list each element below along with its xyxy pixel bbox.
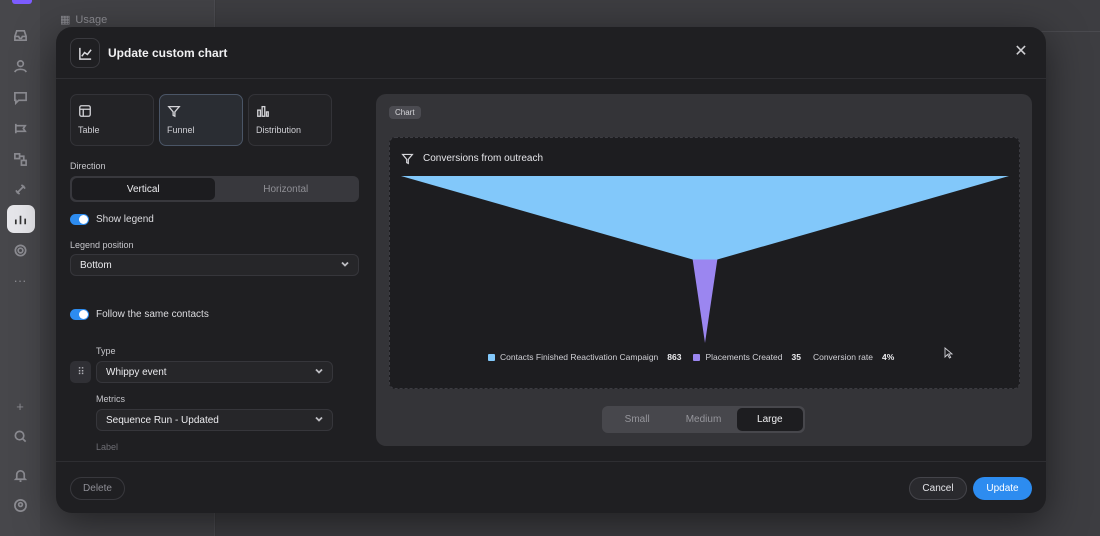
modal-footer: Delete Cancel Update (56, 461, 1046, 513)
direction-horizontal[interactable]: Horizontal (215, 178, 358, 200)
show-legend-toggle[interactable] (70, 214, 89, 225)
update-chart-modal: Update custom chart ✕ Table Funnel Distr… (56, 27, 1046, 513)
chart-size-toggle: Small Medium Large (602, 406, 805, 433)
legend-item: Placements Created 35 (693, 352, 801, 362)
legend-item: Contacts Finished Reactivation Campaign … (488, 352, 681, 362)
legend-swatch-stage2 (693, 353, 701, 361)
chart-type-distribution[interactable]: Distribution (248, 94, 332, 146)
drag-handle-icon[interactable]: ⠿ (70, 361, 91, 383)
size-large[interactable]: Large (736, 408, 803, 431)
chart-legend: Contacts Finished Reactivation Campaign … (488, 352, 894, 362)
legend-position-value: Bottom (80, 259, 112, 271)
follow-contacts-toggle[interactable] (70, 309, 89, 320)
chevron-down-icon (341, 260, 349, 268)
follow-contacts-row: Follow the same contacts (70, 309, 209, 320)
mouse-cursor-icon (944, 347, 954, 359)
chart-preview-panel: Chart Conversions from outreach Contacts… (376, 94, 1032, 446)
app-logo (12, 0, 32, 4)
app-rail: ··· + (0, 0, 40, 536)
update-button[interactable]: Update (973, 477, 1032, 500)
chart-card: Conversions from outreach Contacts Finis… (389, 137, 1020, 389)
direction-toggle: Vertical Horizontal (70, 176, 359, 202)
legend-stage2-name: Placements Created (705, 352, 783, 362)
add-icon[interactable]: + (11, 397, 29, 415)
type-label: Type (96, 346, 116, 356)
conversion-rate-value: 4% (881, 352, 895, 362)
usage-nav-item[interactable]: ▦ Usage (60, 13, 108, 27)
chart-type-label: Distribution (256, 125, 302, 135)
campaigns-icon[interactable] (11, 119, 29, 137)
size-small[interactable]: Small (604, 408, 670, 431)
chart-type-selector: Table Funnel Distribution (70, 94, 332, 146)
funnel-icon (167, 105, 181, 118)
contacts-icon[interactable] (11, 57, 29, 75)
direction-label: Direction (70, 161, 106, 171)
chart-type-label: Table (78, 125, 100, 135)
show-legend-row: Show legend (70, 214, 154, 225)
table-icon (79, 105, 91, 117)
metrics-label: Metrics (96, 394, 125, 404)
search-icon[interactable] (11, 427, 29, 445)
cancel-button[interactable]: Cancel (909, 477, 967, 500)
chevron-down-icon (315, 367, 323, 375)
step-label-label: Label (96, 442, 119, 452)
type-value: Whippy event (106, 366, 167, 378)
chart-tag: Chart (389, 106, 421, 119)
direction-vertical[interactable]: Vertical (72, 178, 215, 200)
show-legend-label: Show legend (96, 214, 154, 225)
automations-icon[interactable] (11, 150, 29, 168)
integrations-icon[interactable] (11, 180, 29, 198)
funnel-icon (401, 153, 414, 165)
funnel-stage-2 (692, 259, 718, 343)
close-icon[interactable]: ✕ (1014, 44, 1028, 60)
inbox-icon[interactable] (11, 26, 29, 44)
more-icon[interactable]: ··· (11, 271, 29, 289)
metrics-value: Sequence Run - Updated (106, 414, 219, 426)
usage-label: Usage (75, 13, 108, 26)
settings-icon[interactable] (11, 241, 29, 259)
legend-stage1-name: Contacts Finished Reactivation Campaign (500, 352, 659, 362)
bar-chart-icon (257, 105, 269, 117)
chevron-down-icon (315, 415, 323, 423)
legend-swatch-stage1 (488, 353, 495, 361)
usage-icon: ▦ (60, 14, 71, 26)
legend-position-select[interactable]: Bottom (70, 254, 359, 276)
size-medium[interactable]: Medium (670, 408, 736, 431)
follow-contacts-label: Follow the same contacts (96, 309, 209, 320)
chart-title-row: Conversions from outreach (401, 152, 543, 165)
reports-icon[interactable] (11, 210, 29, 228)
notifications-icon[interactable] (11, 466, 29, 484)
messages-icon[interactable] (11, 88, 29, 106)
funnel-stage-1 (401, 176, 1009, 260)
line-chart-icon (70, 38, 100, 68)
chart-type-funnel[interactable]: Funnel (159, 94, 243, 146)
legend-stage2-value: 35 (791, 352, 801, 362)
legend-stage1-value: 863 (667, 352, 682, 362)
chart-title: Conversions from outreach (423, 153, 544, 164)
modal-header: Update custom chart ✕ (56, 27, 1046, 79)
delete-button[interactable]: Delete (70, 477, 125, 500)
profile-icon[interactable] (11, 496, 29, 514)
type-select[interactable]: Whippy event (96, 361, 333, 383)
legend-position-label: Legend position (70, 240, 134, 250)
conversion-rate-label: Conversion rate (812, 352, 873, 362)
modal-title: Update custom chart (108, 46, 228, 60)
chart-type-table[interactable]: Table (70, 94, 154, 146)
chart-type-label: Funnel (167, 125, 195, 135)
metrics-select[interactable]: Sequence Run - Updated (96, 409, 333, 431)
legend-item: Conversion rate 4% (813, 352, 894, 362)
